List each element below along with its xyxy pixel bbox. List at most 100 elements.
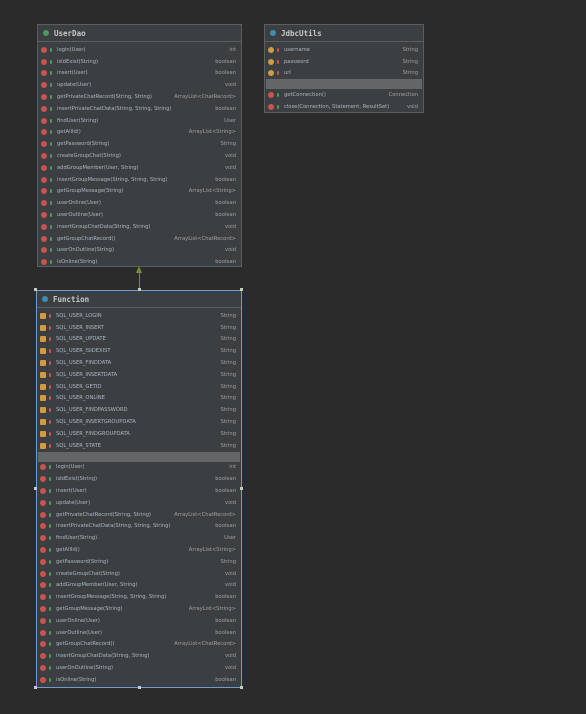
- method-row[interactable]: createGroupChat(String) void: [37, 568, 241, 580]
- method-icon: [40, 606, 46, 613]
- method-row[interactable]: getPassword(String) String: [38, 138, 241, 150]
- method-row[interactable]: isIdExist(String) boolean: [38, 56, 241, 68]
- method-row[interactable]: insertGroupChatData(String, String) void: [38, 221, 241, 233]
- userdao-class-box[interactable]: UserDao login(User) int isIdExist(String) b…: [37, 24, 242, 267]
- field-row[interactable]: password String: [265, 56, 423, 68]
- member-name: SQL_USER_GETID: [56, 383, 102, 390]
- method-row[interactable]: userOnOutline(String) void: [37, 662, 241, 674]
- method-row[interactable]: getPassword(String) String: [37, 556, 241, 568]
- public-visibility-icon: [49, 477, 51, 482]
- method-row[interactable]: getGroupMessage(String) ArrayList<String>: [37, 603, 241, 615]
- section-separator: [38, 451, 240, 462]
- field-row[interactable]: SQL_USER_FINDPASSWORD String: [37, 404, 241, 416]
- resize-handle-se[interactable]: [240, 686, 243, 689]
- field-row[interactable]: SQL_USER_ISIDEXIST String: [37, 345, 241, 357]
- method-row[interactable]: login(User) int: [38, 44, 241, 56]
- method-icon: [41, 247, 47, 254]
- method-row[interactable]: insertGroupMessage(String, String, Strin…: [38, 174, 241, 186]
- public-visibility-icon: [50, 106, 52, 111]
- public-visibility-icon: [49, 548, 51, 553]
- resize-handle-nw[interactable]: [34, 288, 37, 291]
- method-row[interactable]: addGroupMember(User, String) void: [37, 580, 241, 592]
- member-name: SQL_USER_LOGIN: [56, 312, 102, 319]
- method-row[interactable]: findUser(String) User: [37, 532, 241, 544]
- method-row[interactable]: getGroupChatRecord() ArrayList<ChatRecord…: [38, 233, 241, 245]
- member-type: String: [220, 395, 236, 402]
- method-row[interactable]: insertPrivateChatData(String, String, St…: [37, 521, 241, 533]
- resize-handle-ne[interactable]: [240, 288, 243, 291]
- method-row[interactable]: update(User) void: [38, 79, 241, 91]
- method-row[interactable]: userOutline(User) boolean: [37, 627, 241, 639]
- method-row[interactable]: login(User) int: [37, 462, 241, 474]
- field-row[interactable]: SQL_USER_INSERT String: [37, 322, 241, 334]
- method-row[interactable]: insertPrivateChatData(String, String, St…: [38, 103, 241, 115]
- method-row[interactable]: userOnOutline(String) void: [38, 245, 241, 257]
- method-row[interactable]: insertGroupChatData(String, String) void: [37, 650, 241, 662]
- member-name: isOnline(String): [57, 259, 98, 266]
- method-row[interactable]: userOutline(User) boolean: [38, 209, 241, 221]
- member-name: SQL_USER_UPDATE: [56, 336, 106, 343]
- member-type: ArrayList<String>: [188, 129, 236, 136]
- member-name: isIdExist(String): [56, 476, 98, 483]
- member-name: SQL_USER_FINDDATA: [56, 360, 112, 367]
- private-visibility-icon: [49, 408, 51, 413]
- field-row[interactable]: SQL_USER_INSERTDATA String: [37, 369, 241, 381]
- public-visibility-icon: [49, 666, 51, 670]
- method-row[interactable]: findUser(String) User: [38, 115, 241, 127]
- method-row[interactable]: close(Connection, Statement, ResultSet) v…: [265, 101, 423, 113]
- function-class-box[interactable]: Function SQL_USER_LOGIN String SQL_USER_IN…: [36, 290, 242, 688]
- member-name: findUser(String): [56, 535, 98, 542]
- resize-handle-e[interactable]: [240, 487, 243, 490]
- member-type: void: [407, 104, 418, 111]
- method-row[interactable]: userOnline(User) boolean: [37, 615, 241, 627]
- public-visibility-icon: [49, 630, 51, 635]
- member-name: insertGroupChatData(String, String): [56, 653, 150, 660]
- field-row[interactable]: SQL_USER_GETID String: [37, 381, 241, 393]
- private-visibility-icon: [49, 361, 51, 366]
- method-icon: [41, 164, 47, 171]
- private-visibility-icon: [49, 443, 51, 448]
- resize-handle-sw[interactable]: [34, 686, 37, 689]
- field-row[interactable]: SQL_USER_LOGIN String: [37, 310, 241, 322]
- method-row[interactable]: insert(User) boolean: [37, 485, 241, 497]
- field-row[interactable]: SQL_USER_FINDGROUPDATA String: [37, 428, 241, 440]
- method-row[interactable]: getGroupMessage(String) ArrayList<String>: [38, 186, 241, 198]
- field-row[interactable]: url String: [265, 68, 423, 80]
- member-name: insertGroupMessage(String, String, Strin…: [57, 176, 168, 183]
- jdbcutils-class-box[interactable]: JdbcUtils username String password String ur…: [264, 24, 424, 113]
- member-type: ArrayList<String>: [188, 606, 236, 613]
- method-row[interactable]: getPrivateChatRecord(String, String) Arra…: [37, 509, 241, 521]
- method-row[interactable]: isIdExist(String) boolean: [37, 473, 241, 485]
- public-visibility-icon: [50, 260, 52, 265]
- public-visibility-icon: [50, 248, 52, 253]
- method-row[interactable]: getAllId() ArrayList<String>: [37, 544, 241, 556]
- field-row[interactable]: username String: [265, 44, 423, 56]
- method-icon: [40, 665, 46, 671]
- method-row[interactable]: getConnection() Connection: [265, 89, 423, 101]
- method-row[interactable]: addGroupMember(User, String) void: [38, 162, 241, 174]
- resize-handle-n[interactable]: [138, 288, 141, 291]
- method-icon: [40, 499, 46, 506]
- method-row[interactable]: getPrivateChatRecord(String, String) Arra…: [38, 91, 241, 103]
- method-icon: [41, 94, 47, 101]
- method-row[interactable]: insert(User) boolean: [38, 68, 241, 80]
- method-row[interactable]: insertGroupMessage(String, String, Strin…: [37, 591, 241, 603]
- method-row[interactable]: getGroupChatRecord() ArrayList<ChatRecord…: [37, 639, 241, 651]
- method-row[interactable]: getAllId() ArrayList<String>: [38, 127, 241, 139]
- method-row[interactable]: isOnline(String) boolean: [37, 674, 241, 686]
- method-row[interactable]: update(User) void: [37, 497, 241, 509]
- resize-handle-w[interactable]: [34, 487, 37, 490]
- method-icon: [41, 235, 47, 242]
- method-icon: [40, 488, 46, 495]
- method-row[interactable]: createGroupChat(String) void: [38, 150, 241, 162]
- field-row[interactable]: SQL_USER_INSERTGROUPDATA String: [37, 416, 241, 428]
- member-name: username: [284, 46, 310, 53]
- field-row[interactable]: SQL_USER_STATE String: [37, 440, 241, 452]
- resize-handle-s[interactable]: [138, 686, 141, 689]
- field-row[interactable]: SQL_USER_FINDDATA String: [37, 357, 241, 369]
- public-visibility-icon: [49, 489, 51, 494]
- method-row[interactable]: userOnline(User) boolean: [38, 197, 241, 209]
- field-row[interactable]: SQL_USER_ONLINE String: [37, 393, 241, 405]
- field-row[interactable]: SQL_USER_UPDATE String: [37, 334, 241, 346]
- member-type: boolean: [215, 594, 236, 601]
